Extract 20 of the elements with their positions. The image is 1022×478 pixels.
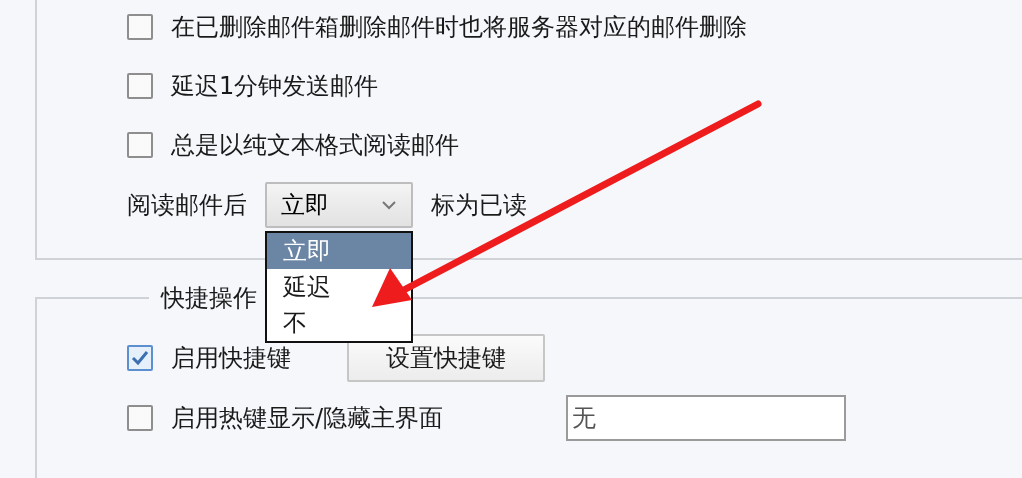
checkbox[interactable] bbox=[127, 405, 153, 431]
option-label: 延迟1分钟发送邮件 bbox=[171, 71, 379, 102]
checkbox[interactable] bbox=[127, 73, 153, 99]
set-shortcut-button[interactable]: 设置快捷键 bbox=[347, 334, 545, 382]
hotkey-field[interactable]: 无 bbox=[566, 395, 847, 441]
group-title: 快捷操作 bbox=[159, 283, 258, 314]
dropdown-option[interactable]: 延迟 bbox=[267, 269, 411, 305]
checkmark-icon bbox=[131, 350, 149, 366]
option-label: 启用热键显示/隐藏主界面 bbox=[171, 403, 444, 434]
checkbox[interactable] bbox=[127, 132, 153, 158]
option-label: 标为已读 bbox=[431, 190, 527, 221]
option-label: 在已删除邮件箱删除邮件时也将服务器对应的邮件删除 bbox=[171, 12, 747, 43]
option-label: 总是以纯文本格式阅读邮件 bbox=[171, 130, 459, 161]
dropdown-option[interactable]: 立即 bbox=[267, 233, 411, 269]
dropdown[interactable]: 立即 bbox=[265, 182, 413, 228]
option-label: 阅读邮件后 bbox=[127, 190, 247, 221]
checkbox[interactable] bbox=[127, 345, 153, 371]
chevron-down-icon bbox=[381, 200, 397, 210]
option-label: 启用快捷键 bbox=[171, 343, 291, 374]
checkbox[interactable] bbox=[127, 14, 153, 40]
